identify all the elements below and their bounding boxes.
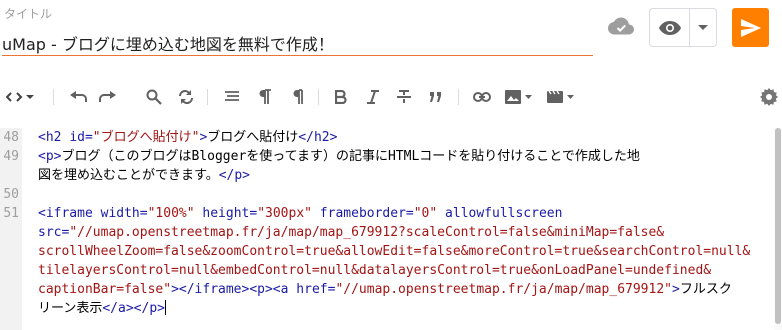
code-line: src="//umap.openstreetmap.fr/ja/map/map_… [38,223,664,242]
editor-toolbar [0,84,782,110]
chevron-down-icon [698,24,708,30]
image-button[interactable] [504,84,534,110]
code-line: captionBar=false"></iframe><p><a href="/… [38,280,732,299]
code-line: <iframe width="100%" height="300px" fram… [38,204,562,223]
quote-button[interactable] [425,84,447,110]
editor-scrollbar-thumb[interactable] [775,128,781,324]
preview-button-group [649,8,717,47]
preview-button[interactable] [650,9,690,46]
code-token: scrollWheelZoom=false&zoomControl=true&a… [38,244,751,259]
line-number: 51 [3,206,19,221]
code-token: captionBar=false" [38,282,172,297]
line-number: 50 [3,187,19,202]
link-icon [473,92,491,102]
image-icon [505,90,532,104]
paragraph-rtl-button[interactable] [284,84,308,110]
italic-icon [367,90,379,104]
code-token: <h2 [38,130,70,145]
code-token: </a></p> [102,301,165,316]
link-button[interactable] [470,84,494,110]
cloud-icon [608,17,634,35]
undo-button[interactable] [66,84,90,110]
line-number-gutter: 48 49 50 51 [0,128,22,330]
code-line: scrollWheelZoom=false&zoomControl=true&a… [38,242,750,261]
code-token: ブログ（このブログはBloggerを使ってます）の記事にHTMLコードを貼り付け… [61,149,640,164]
code-token: リーン表示 [38,301,103,316]
code-line: <p>ブログ（このブログはBloggerを使ってます）の記事にHTMLコードを貼… [38,147,640,166]
paragraph-rtl-icon [293,89,303,104]
code-token: <iframe [38,206,101,221]
code-token: フルスク [679,282,732,297]
paragraph-icon [259,89,271,104]
code-token: width= [100,206,148,221]
code-token: </p> [218,168,251,183]
code-line: tilelayersControl=null&embedControl=null… [38,261,711,280]
bold-button[interactable] [330,84,352,110]
toolbar-divider [318,89,319,105]
align-icon [225,91,239,101]
code-token: "//umap.openstreetmap.fr/ja/map/map_6799… [69,225,665,240]
eye-icon [658,20,681,35]
toolbar-divider [458,89,459,105]
preview-menu-button[interactable] [690,9,716,46]
code-editor[interactable]: 48 49 50 51 <h2 id="ブログへ貼付け">ブログへ貼付け</h2> <p… [0,128,782,330]
quote-icon [430,92,441,102]
code-token: tilelayersControl=null&embedControl=null… [38,263,712,278]
replace-button[interactable] [174,84,198,110]
title-underline [2,55,593,56]
code-token: src= [38,225,70,240]
code-line: 図を埋め込むことができます。</p> [38,166,250,185]
code-token: "0" [413,206,438,221]
code-token: </h2> [298,130,338,145]
send-icon [740,18,761,37]
code-token: > [671,282,680,297]
title-input[interactable]: uMap - ブログに埋め込む地図を無料で作成！ [2,31,593,55]
text-cursor [164,300,166,315]
align-button[interactable] [220,84,244,110]
strikethrough-button[interactable] [393,84,415,110]
code-token: allowfullscreen [437,206,563,221]
bold-icon [335,90,347,104]
code-token: ブログへ貼付け [207,130,299,145]
code-token: id= [69,130,93,145]
code-line: リーン表示</a></p> [38,299,166,318]
line-number: 49 [3,149,19,164]
toolbar-divider [207,89,208,105]
code-token: <p> [38,149,62,164]
title-label: タイトル [4,7,53,21]
search-icon [146,89,162,105]
video-button[interactable] [546,84,576,110]
redo-icon [99,91,116,102]
redo-button[interactable] [96,84,120,110]
code-token: height= [194,206,258,221]
search-button[interactable] [142,84,166,110]
settings-button[interactable] [758,84,780,110]
strikethrough-icon [397,90,411,103]
publish-button[interactable] [732,8,769,47]
replace-icon [179,90,193,104]
code-token: frameborder= [311,206,414,221]
code-token: href= [296,282,336,297]
undo-icon [70,91,87,102]
line-number: 48 [3,130,19,145]
toolbar-divider [53,89,54,105]
code-line: <h2 id="ブログへ貼付け">ブログへ貼付け</h2> [38,128,337,147]
code-token: "300px" [257,206,312,221]
code-token: "ブログへ貼付け" [92,130,200,145]
italic-button[interactable] [362,84,384,110]
code-view-toggle[interactable] [4,84,38,110]
video-icon [547,90,574,103]
paragraph-button[interactable] [253,84,277,110]
code-token: "100%" [147,206,195,221]
gear-icon [760,88,778,106]
code-token: "//umap.openstreetmap.fr/ja/map/map_6799… [335,282,672,297]
code-token: 図を埋め込むことができます。 [38,168,219,183]
code-token: ></iframe><p><a [171,282,297,297]
code-icon [6,92,34,102]
